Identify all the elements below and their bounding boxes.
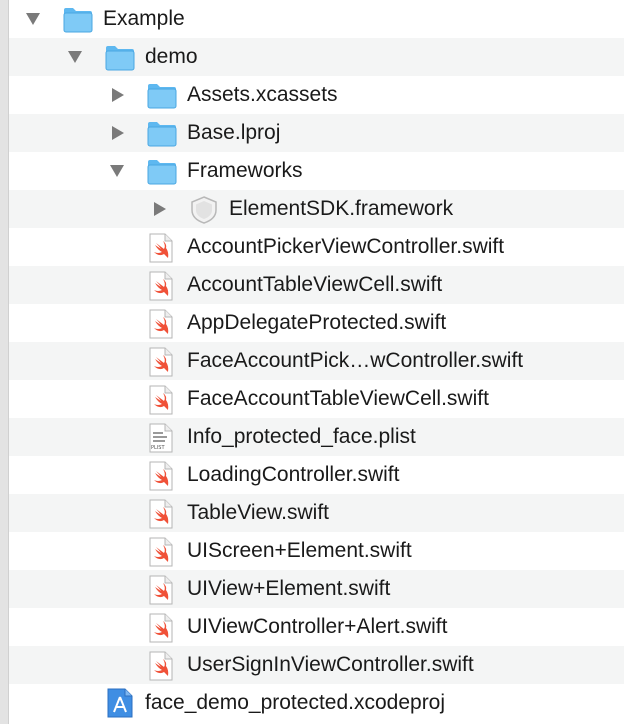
swift-file-icon [149,575,173,605]
folder-icon [105,45,135,71]
tree-row-label: UIScreen+Element.swift [187,539,412,562]
tree-row-file[interactable]: TableView.swift [9,494,624,532]
tree-row-label: Base.lproj [187,121,281,144]
swift-file-icon [149,651,173,681]
tree-row-file[interactable]: PLIST Info_protected_face.plist [9,418,624,456]
tree-row-label: UIViewController+Alert.swift [187,615,448,638]
folder-icon [147,159,177,185]
tree-row-label: AccountPickerViewController.swift [187,235,505,258]
tree-row-label: FaceAccountPick…wController.swift [187,349,524,372]
swift-file-icon [149,613,173,643]
tree-row-xcodeproj[interactable]: face_demo_protected.xcodeproj [9,684,624,722]
swift-file-icon [149,537,173,567]
xcodeproj-icon [106,688,134,718]
tree-row-file[interactable]: UIScreen+Element.swift [9,532,624,570]
tree-row-file[interactable]: UIView+Element.swift [9,570,624,608]
tree-row-label: Example [103,7,185,30]
disclosure-collapsed-icon[interactable] [111,126,125,140]
tree-row-label: Assets.xcassets [187,83,338,106]
disclosure-collapsed-icon[interactable] [111,88,125,102]
framework-icon [189,195,219,224]
tree-row-label: Info_protected_face.plist [187,425,416,448]
disclosure-expanded-icon[interactable] [110,164,124,178]
tree-row-file[interactable]: LoadingController.swift [9,456,624,494]
tree-row-file[interactable]: AccountTableViewCell.swift [9,266,624,304]
swift-file-icon [149,233,173,263]
tree-row-assets[interactable]: Assets.xcassets [9,76,624,114]
swift-file-icon [149,271,173,301]
swift-file-icon [149,385,173,415]
tree-row-label: UserSignInViewController.swift [187,653,474,676]
swift-file-icon [149,309,173,339]
tree-row-file[interactable]: UserSignInViewController.swift [9,646,624,684]
tree-row-elementsdk-framework[interactable]: ElementSDK.framework [9,190,624,228]
tree-row-label: demo [145,45,198,68]
tree-row-file[interactable]: FaceAccountPick…wController.swift [9,342,624,380]
tree-row-label: ElementSDK.framework [229,197,454,220]
tree-row-file[interactable]: FaceAccountTableViewCell.swift [9,380,624,418]
tree-row-label: AccountTableViewCell.swift [187,273,443,296]
disclosure-expanded-icon[interactable] [68,50,82,64]
tree-row-example[interactable]: Example [9,0,624,38]
tree-row-demo[interactable]: demo [9,38,624,76]
folder-icon [63,7,93,33]
swift-file-icon [149,347,173,377]
project-navigator-tree: Example demo Assets.xcassets Base.lproj … [9,0,624,722]
swift-file-icon [149,499,173,529]
tree-row-base-lproj[interactable]: Base.lproj [9,114,624,152]
navigator-edge [0,0,9,724]
tree-row-label: AppDelegateProtected.swift [187,311,447,334]
plist-badge: PLIST [151,445,165,451]
swift-file-icon [149,461,173,491]
disclosure-expanded-icon[interactable] [26,12,40,26]
tree-row-label: TableView.swift [187,501,330,524]
tree-row-file[interactable]: UIViewController+Alert.swift [9,608,624,646]
tree-row-label: face_demo_protected.xcodeproj [145,691,446,714]
disclosure-collapsed-icon[interactable] [153,202,167,216]
tree-row-label: Frameworks [187,159,303,182]
folder-icon [147,83,177,109]
tree-row-file[interactable]: AppDelegateProtected.swift [9,304,624,342]
tree-row-label: FaceAccountTableViewCell.swift [187,387,489,410]
tree-row-frameworks[interactable]: Frameworks [9,152,624,190]
tree-row-label: UIView+Element.swift [187,577,391,600]
folder-icon [147,121,177,147]
tree-row-label: LoadingController.swift [187,463,400,486]
tree-row-file[interactable]: AccountPickerViewController.swift [9,228,624,266]
